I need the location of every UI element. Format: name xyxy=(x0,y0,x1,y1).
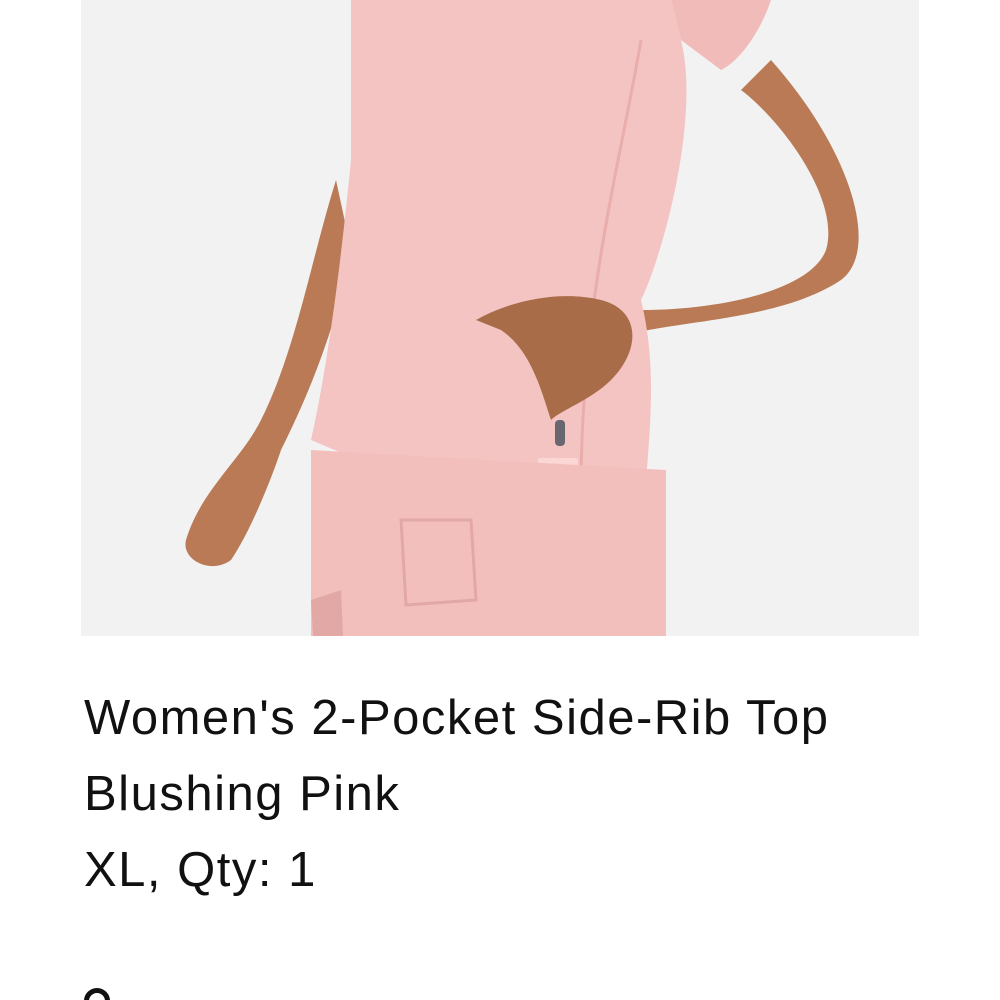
product-title[interactable]: Women's 2-Pocket Side-Rib Top xyxy=(84,680,944,756)
product-color: Blushing Pink xyxy=(84,767,401,821)
product-details: Women's 2-Pocket Side-Rib Top Blushing P… xyxy=(84,680,944,908)
truncated-next-line xyxy=(84,988,124,1000)
product-image[interactable] xyxy=(81,0,919,636)
product-size-qty: XL, Qty: 1 xyxy=(84,843,317,897)
order-item-page: Women's 2-Pocket Side-Rib Top Blushing P… xyxy=(0,0,1000,1000)
